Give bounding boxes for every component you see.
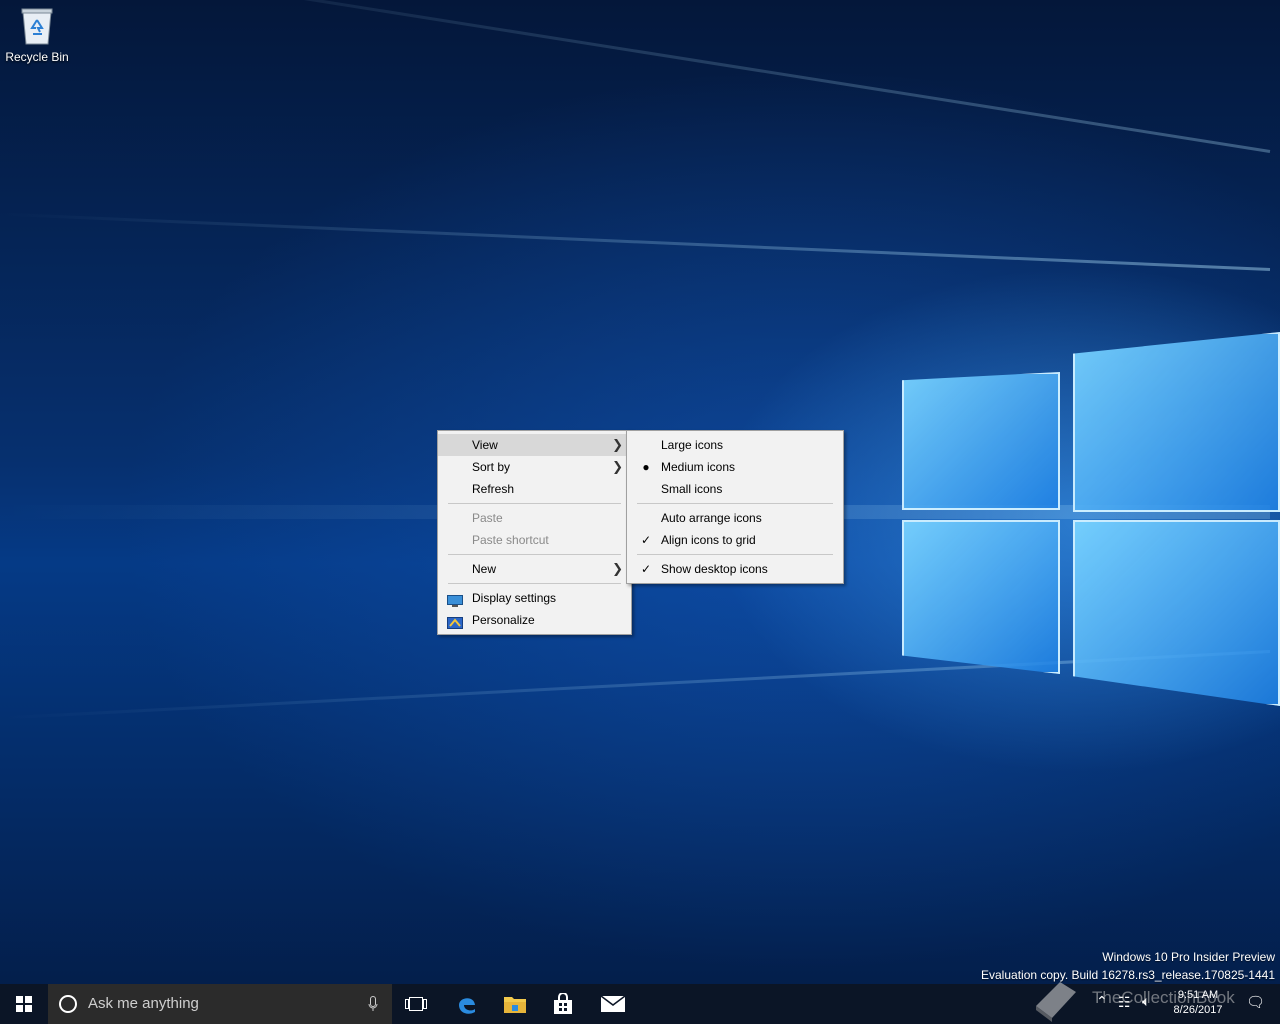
wallpaper-logo-pane	[902, 520, 1060, 674]
wallpaper-logo-pane	[1073, 332, 1280, 512]
task-view-icon	[405, 997, 427, 1011]
clock-date: 8/26/2017	[1173, 1004, 1223, 1016]
taskbar-edge[interactable]	[443, 984, 491, 1024]
build-watermark-line2: Evaluation copy. Build 16278.rs3_release…	[981, 968, 1275, 982]
system-tray: ⌃ ☷ 🔈︎ TheCollectionBook 9:51 AM 8/26/20…	[1030, 982, 1280, 1024]
menu-item-paste-shortcut-label: Paste shortcut	[472, 533, 549, 547]
radio-bullet-icon: ●	[642, 460, 650, 474]
submenu-item-auto-arrange-label: Auto arrange icons	[661, 511, 762, 525]
desktop-context-menu: View ❯ Sort by ❯ Refresh Paste Paste sho…	[437, 430, 632, 635]
desktop[interactable]: Recycle Bin Windows 10 Pro Insider Previ…	[0, 0, 1280, 984]
display-settings-icon	[447, 592, 463, 607]
checkmark-icon: ✓	[640, 562, 652, 576]
taskbar-file-explorer[interactable]	[491, 984, 539, 1024]
taskbar-store[interactable]	[539, 984, 587, 1024]
search-placeholder: Ask me anything	[88, 995, 199, 1012]
submenu-item-medium-icons[interactable]: ● Medium icons	[627, 456, 843, 478]
cortana-icon	[59, 995, 77, 1013]
menu-separator	[637, 503, 833, 504]
menu-item-sort-by-label: Sort by	[472, 460, 511, 474]
overlay-book-icon	[1036, 982, 1076, 1022]
submenu-item-align-to-grid-label: Align icons to grid	[661, 533, 756, 547]
submenu-item-medium-icons-label: Medium icons	[661, 460, 736, 474]
file-explorer-icon	[504, 997, 526, 1013]
recycle-bin-icon	[19, 6, 55, 46]
action-center-icon[interactable]: 🗨︎	[1246, 993, 1265, 1011]
start-button[interactable]	[0, 984, 48, 1024]
menu-separator	[448, 583, 621, 584]
task-view-button[interactable]	[394, 984, 438, 1024]
wallpaper-beam	[15, 0, 1271, 153]
desktop-icon-recycle-bin[interactable]: Recycle Bin	[4, 6, 70, 64]
menu-item-paste-label: Paste	[472, 511, 503, 525]
checkmark-icon: ✓	[640, 533, 652, 547]
wallpaper-logo-pane	[1073, 520, 1280, 706]
windows-logo-icon	[16, 996, 32, 1012]
submenu-item-show-desktop-icons-label: Show desktop icons	[661, 562, 768, 576]
submenu-item-align-to-grid[interactable]: ✓ Align icons to grid	[627, 529, 843, 551]
wallpaper-logo-pane	[902, 372, 1060, 510]
chevron-right-icon: ❯	[612, 561, 623, 576]
menu-item-refresh[interactable]: Refresh	[438, 478, 631, 500]
menu-item-personalize-label: Personalize	[472, 613, 535, 627]
submenu-item-show-desktop-icons[interactable]: ✓ Show desktop icons	[627, 558, 843, 580]
menu-item-new-label: New	[472, 562, 497, 576]
menu-item-personalize[interactable]: Personalize	[438, 609, 631, 631]
store-icon	[554, 993, 572, 1014]
menu-item-paste-shortcut: Paste shortcut	[438, 529, 631, 551]
wallpaper-beam	[1, 212, 1271, 271]
menu-item-view-label: View	[472, 438, 498, 452]
submenu-item-large-icons-label: Large icons	[661, 438, 724, 452]
clock[interactable]: 9:51 AM 8/26/2017	[1162, 988, 1234, 1018]
personalize-icon	[447, 614, 463, 629]
microphone-icon[interactable]	[368, 996, 378, 1012]
menu-item-display-settings-label: Display settings	[472, 591, 557, 605]
taskbar: Ask me anything ⌃ ☷ 🔈︎ TheCollectionBook…	[0, 982, 1280, 1024]
clock-time: 9:51 AM	[1177, 989, 1219, 1001]
recycle-bin-label: Recycle Bin	[5, 50, 69, 64]
menu-separator	[448, 503, 621, 504]
chevron-right-icon: ❯	[612, 437, 623, 452]
build-watermark-line1: Windows 10 Pro Insider Preview	[1102, 950, 1275, 964]
menu-item-display-settings[interactable]: Display settings	[438, 587, 631, 609]
menu-separator	[448, 554, 621, 555]
chevron-right-icon: ❯	[612, 459, 623, 474]
menu-separator	[637, 554, 833, 555]
menu-item-refresh-label: Refresh	[472, 482, 515, 496]
submenu-item-small-icons-label: Small icons	[661, 482, 723, 496]
taskbar-mail[interactable]	[588, 984, 638, 1024]
search-box[interactable]: Ask me anything	[48, 984, 392, 1024]
menu-item-sort-by[interactable]: Sort by ❯	[438, 456, 631, 478]
mail-icon	[600, 995, 626, 1012]
submenu-item-large-icons[interactable]: Large icons	[627, 434, 843, 456]
submenu-item-small-icons[interactable]: Small icons	[627, 478, 843, 500]
menu-item-view[interactable]: View ❯	[438, 434, 631, 456]
menu-item-new[interactable]: New ❯	[438, 558, 631, 580]
edge-icon	[459, 998, 475, 1014]
menu-item-paste: Paste	[438, 507, 631, 529]
view-submenu: Large icons ● Medium icons Small icons A…	[626, 430, 844, 584]
submenu-item-auto-arrange[interactable]: Auto arrange icons	[627, 507, 843, 529]
